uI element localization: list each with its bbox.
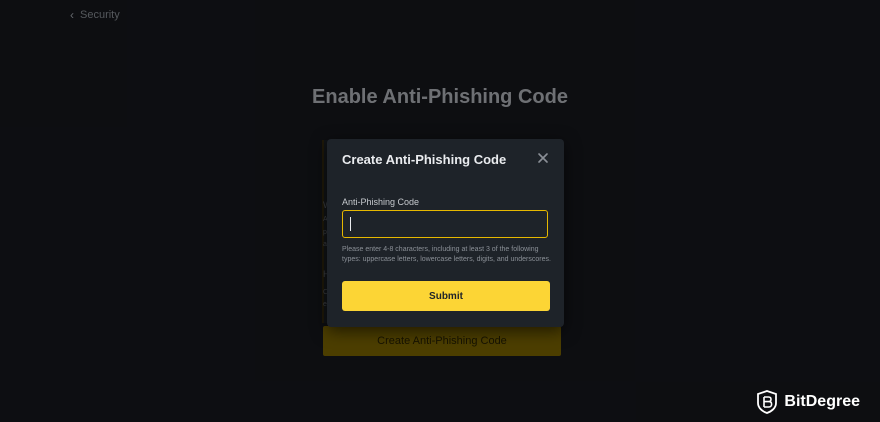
- anti-phishing-code-input[interactable]: [342, 210, 548, 238]
- text-caret: [350, 217, 351, 231]
- watermark: BitDegree: [756, 390, 860, 414]
- submit-button[interactable]: Submit: [342, 281, 550, 311]
- input-hint: Please enter 4-8 characters, including a…: [342, 246, 551, 263]
- bitdegree-logo-icon: [757, 390, 778, 414]
- create-anti-phishing-modal: Create Anti-Phishing Code Anti-Phishing …: [327, 139, 564, 327]
- close-icon[interactable]: [536, 151, 550, 165]
- modal-title: Create Anti-Phishing Code: [342, 152, 507, 167]
- field-label: Anti-Phishing Code: [342, 197, 420, 207]
- brand-name: BitDegree: [784, 393, 860, 410]
